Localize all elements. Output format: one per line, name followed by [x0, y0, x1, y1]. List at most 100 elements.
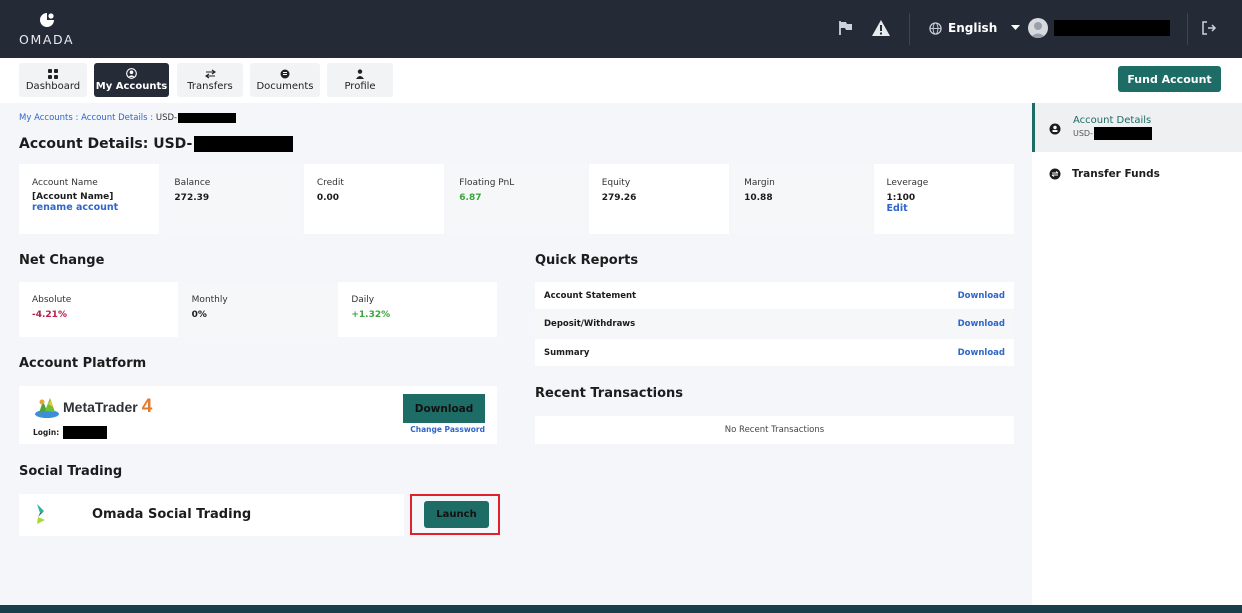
net-change-heading: Net Change	[19, 253, 105, 268]
breadcrumb-account-details[interactable]: Account Details	[81, 113, 148, 123]
account-details-icon	[1049, 123, 1061, 135]
sidebar-item-transfer-funds[interactable]: Transfer Funds	[1032, 163, 1242, 187]
breadcrumb-my-accounts[interactable]: My Accounts	[19, 113, 73, 123]
redacted-login	[63, 426, 108, 439]
tab-label: Profile	[344, 80, 376, 92]
recent-transactions-heading: Recent Transactions	[535, 386, 684, 401]
net-change: Absolute -4.21% Monthly 0% Daily +1.32%	[19, 282, 498, 337]
language-selector[interactable]: English	[929, 19, 1021, 37]
tab-label: Dashboard	[25, 80, 81, 92]
social-trading-name: Omada Social Trading	[92, 507, 252, 522]
launch-button[interactable]: Launch	[424, 501, 489, 528]
balance-card: Balance 272.39	[161, 164, 302, 234]
margin-label: Margin	[744, 178, 775, 188]
bottom-bar	[0, 605, 1242, 613]
redacted-username	[1054, 20, 1170, 36]
download-link[interactable]: Download	[958, 319, 1005, 329]
transfer-arrows-icon	[204, 69, 216, 78]
leverage-card: Leverage 1:100 Edit	[873, 164, 1014, 234]
language-label: English	[948, 21, 998, 35]
metatrader-version: 4	[141, 396, 153, 417]
metatrader-name: MetaTrader	[63, 399, 138, 415]
absolute-label: Absolute	[32, 295, 72, 305]
download-link[interactable]: Download	[958, 348, 1005, 358]
chevron-down-icon	[1011, 25, 1021, 30]
account-name-card: Account Name [Account Name] rename accou…	[19, 164, 160, 234]
breadcrumb-separator: :	[147, 113, 156, 123]
account-name-label: Account Name	[32, 178, 98, 188]
leverage-value: 1:100	[886, 193, 916, 203]
transfer-funds-icon	[1049, 168, 1061, 180]
report-name: Summary	[544, 347, 590, 358]
change-password-link[interactable]: Change Password	[403, 425, 485, 434]
leverage-label: Leverage	[886, 178, 929, 188]
floating-pnl-label: Floating PnL	[459, 178, 515, 188]
avatar[interactable]	[1028, 18, 1048, 38]
logout-icon[interactable]	[1200, 19, 1218, 37]
sidebar-account-prefix: USD-	[1073, 129, 1093, 138]
report-row: Deposit/Withdraws Download	[535, 310, 1014, 337]
download-link[interactable]: Download	[958, 291, 1005, 301]
daily-card: Daily +1.32%	[338, 282, 498, 337]
report-row: Summary Download	[535, 339, 1014, 366]
sidebar-item-account-details[interactable]: Account Details USD-	[1032, 103, 1242, 152]
metatrader-logo: MetaTrader 4	[34, 395, 152, 419]
quick-reports-heading: Quick Reports	[535, 253, 639, 268]
account-name-value: [Account Name]	[32, 192, 114, 202]
redacted-account-id	[178, 113, 237, 123]
logo-text: OMADA	[19, 32, 75, 47]
daily-value: +1.32%	[351, 310, 391, 320]
tab-label: Documents	[256, 80, 314, 92]
page-title-text: Account Details: USD-	[19, 136, 193, 152]
tab-dashboard[interactable]: Dashboard	[19, 63, 87, 97]
balance-value: 272.39	[174, 193, 210, 203]
user-circle-icon	[126, 68, 137, 79]
social-trading-logo-icon	[37, 504, 45, 524]
tab-my-accounts[interactable]: My Accounts	[94, 63, 169, 97]
person-icon	[356, 68, 364, 79]
right-sidebar: Account Details USD- Transfer Funds	[1032, 103, 1242, 605]
download-platform-button[interactable]: Download	[403, 394, 485, 423]
rename-account-link[interactable]: rename account	[32, 202, 159, 213]
report-name: Account Statement	[544, 290, 637, 301]
equity-card: Equity 279.26	[588, 164, 730, 234]
report-name: Deposit/Withdraws	[544, 318, 636, 329]
warning-icon[interactable]	[871, 18, 891, 38]
absolute-card: Absolute -4.21%	[19, 282, 178, 337]
top-bar: OMADA English	[0, 0, 1242, 58]
margin-value: 10.88	[744, 193, 773, 203]
breadcrumb-separator: :	[72, 113, 82, 123]
nav-bar: Dashboard My Accounts Transfers Document…	[0, 58, 1242, 103]
sidebar-label: Transfer Funds	[1072, 168, 1160, 180]
logo-mark-icon	[40, 13, 54, 27]
tab-profile[interactable]: Profile	[327, 63, 393, 97]
report-row: Account Statement Download	[535, 282, 1014, 309]
metatrader-icon	[35, 398, 59, 418]
document-icon	[280, 69, 290, 78]
account-summary: Account Name [Account Name] rename accou…	[19, 164, 1014, 234]
tab-documents[interactable]: Documents	[250, 63, 320, 97]
credit-card: Credit 0.00	[303, 164, 445, 234]
credit-label: Credit	[316, 178, 344, 188]
breadcrumb: My Accounts : Account Details : USD-	[19, 113, 237, 123]
account-platform-heading: Account Platform	[19, 356, 147, 371]
login-row: Login:	[33, 426, 108, 439]
globe-icon	[929, 21, 942, 35]
redacted-account-id	[194, 136, 294, 152]
equity-value: 279.26	[601, 193, 637, 203]
flag-icon[interactable]	[836, 18, 856, 38]
edit-leverage-link[interactable]: Edit	[887, 203, 1014, 214]
monthly-label: Monthly	[191, 295, 228, 305]
redacted-account-id	[1093, 127, 1152, 140]
sidebar-label: Account Details	[1073, 115, 1152, 126]
daily-label: Daily	[351, 295, 375, 305]
monthly-value: 0%	[191, 310, 207, 320]
fund-account-button[interactable]: Fund Account	[1118, 66, 1221, 92]
omada-logo[interactable]: OMADA	[19, 10, 79, 50]
breadcrumb-current: USD-	[155, 113, 178, 123]
login-label: Login:	[33, 428, 60, 437]
social-trading-card: Omada Social Trading	[19, 494, 404, 536]
credit-value: 0.00	[316, 193, 340, 203]
tab-transfers[interactable]: Transfers	[177, 63, 243, 97]
divider	[909, 13, 910, 45]
